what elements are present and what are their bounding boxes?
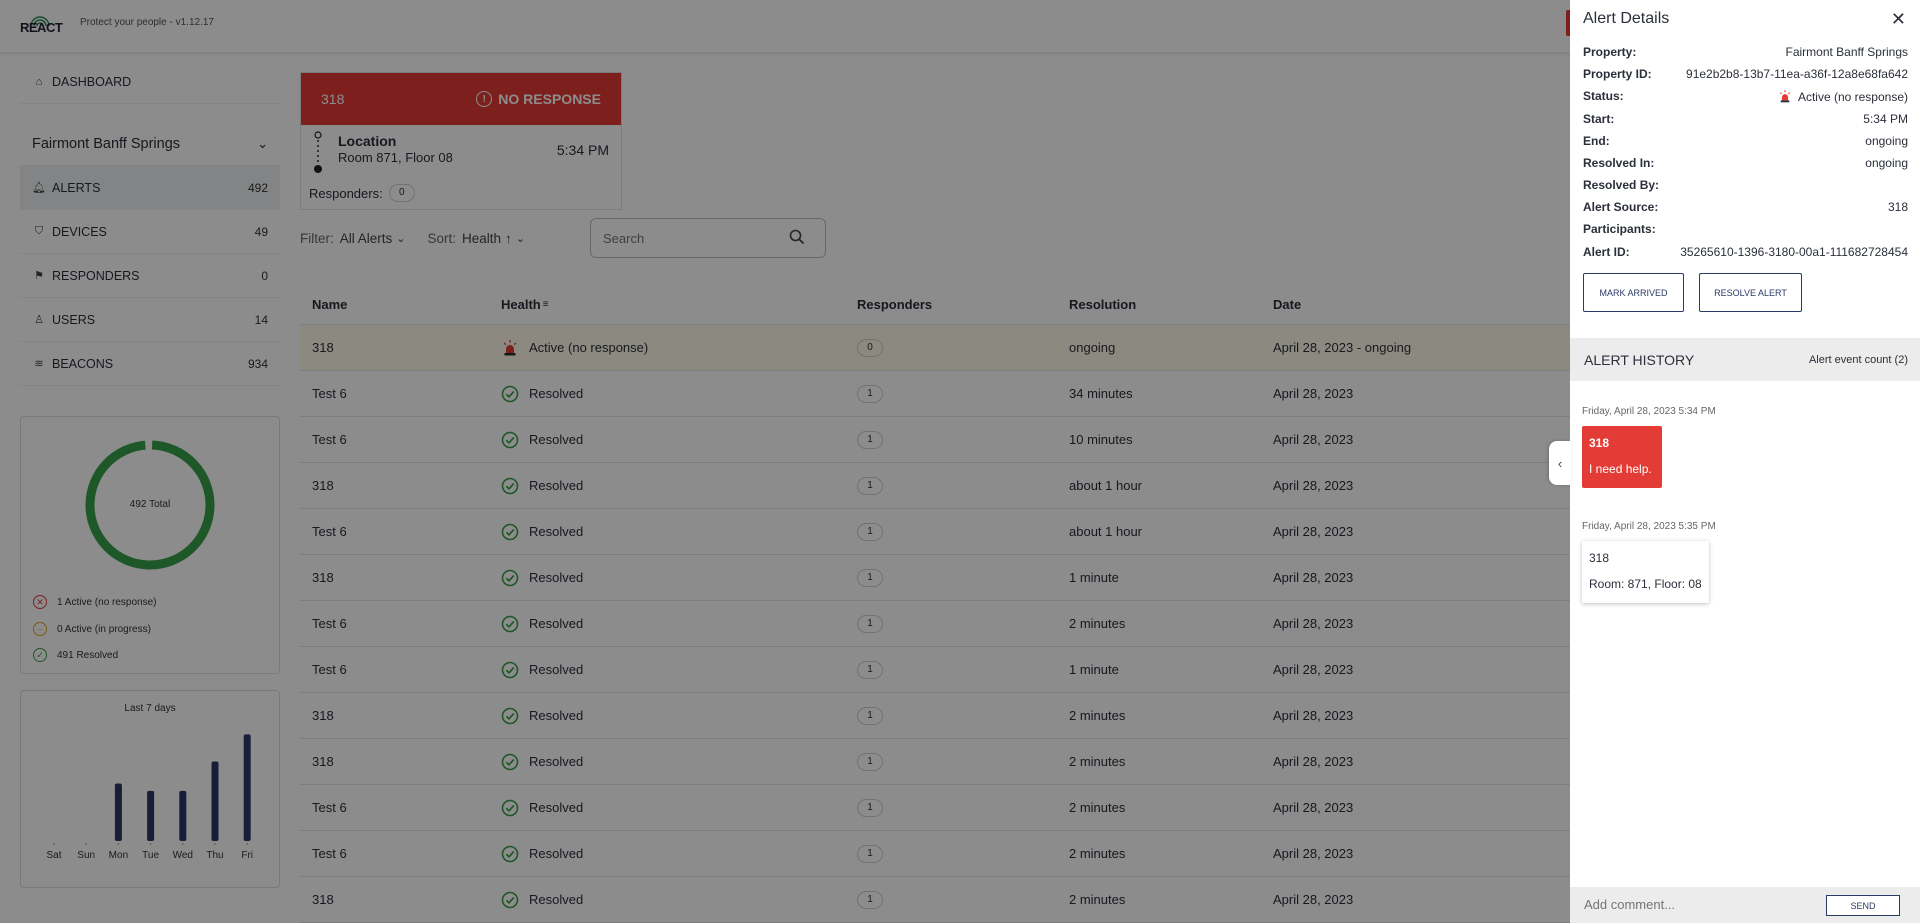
resolve-alert-button[interactable]: RESOLVE ALERT: [1699, 273, 1802, 312]
history-event: 318 Room: 871, Floor: 08: [1582, 541, 1709, 603]
detail-key: Resolved By:: [1583, 178, 1660, 192]
history-event: 318 I need help.: [1582, 426, 1662, 488]
close-icon[interactable]: ✕: [1891, 9, 1906, 30]
detail-value: ongoing: [1865, 156, 1908, 170]
event-body: I need help.: [1589, 462, 1652, 476]
alert-details-panel: Alert Details ✕ Property: Fairmont Banff …: [1570, 0, 1920, 923]
comment-bar: SEND: [1570, 887, 1920, 923]
detail-row: Alert ID: 35265610-1396-3180-00a1-1116827…: [1583, 245, 1908, 259]
detail-row: Resolved By:: [1583, 178, 1908, 192]
alert-history-header: ALERT HISTORY Alert event count (2): [1570, 338, 1920, 381]
siren-icon: [1779, 90, 1790, 103]
detail-key: End:: [1583, 134, 1610, 148]
detail-row: Property ID: 91e2b2b8-13b7-11ea-a36f-12a8…: [1583, 67, 1908, 81]
collapse-panel-button[interactable]: ‹: [1549, 441, 1571, 485]
detail-key: Status:: [1583, 89, 1624, 103]
detail-value: Active (no response): [1778, 89, 1908, 104]
detail-value: 35265610-1396-3180-00a1-111682728454: [1680, 245, 1908, 259]
mark-arrived-button[interactable]: MARK ARRIVED: [1583, 273, 1684, 312]
event-body: Room: 871, Floor: 08: [1589, 577, 1702, 591]
detail-key: Alert ID:: [1583, 245, 1630, 259]
detail-value: 5:34 PM: [1863, 112, 1908, 126]
detail-key: Participants:: [1583, 222, 1656, 236]
detail-row: Start: 5:34 PM: [1583, 112, 1908, 126]
detail-key: Start:: [1583, 112, 1615, 126]
detail-row: Resolved In: ongoing: [1583, 156, 1908, 170]
detail-value: 318: [1887, 200, 1908, 214]
detail-key: Resolved In:: [1583, 156, 1655, 170]
detail-value: 91e2b2b8-13b7-11ea-a36f-12a8e68fa642: [1686, 67, 1908, 81]
comment-input[interactable]: [1584, 893, 1804, 915]
detail-row: Participants:: [1583, 222, 1908, 236]
send-button[interactable]: SEND: [1826, 895, 1900, 916]
history-title: ALERT HISTORY: [1584, 351, 1695, 368]
detail-value: Fairmont Banff Springs: [1785, 45, 1908, 59]
event-date: Friday, April 28, 2023 5:34 PM: [1582, 406, 1716, 417]
detail-row: Property: Fairmont Banff Springs: [1583, 45, 1908, 59]
detail-row: End: ongoing: [1583, 134, 1908, 148]
detail-key: Alert Source:: [1583, 200, 1659, 214]
history-count: Alert event count (2): [1808, 353, 1908, 366]
event-date: Friday, April 28, 2023 5:35 PM: [1582, 521, 1716, 532]
detail-value: ongoing: [1865, 134, 1908, 148]
chevron-left-icon: ‹: [1557, 455, 1563, 471]
detail-row: Alert Source: 318: [1583, 200, 1908, 214]
detail-row: Status: Active (no response): [1583, 89, 1908, 104]
detail-key: Property ID:: [1583, 67, 1652, 81]
event-title: 318: [1589, 436, 1610, 450]
panel-title: Alert Details: [1583, 10, 1670, 27]
event-title: 318: [1589, 551, 1610, 565]
detail-key: Property:: [1583, 45, 1637, 59]
